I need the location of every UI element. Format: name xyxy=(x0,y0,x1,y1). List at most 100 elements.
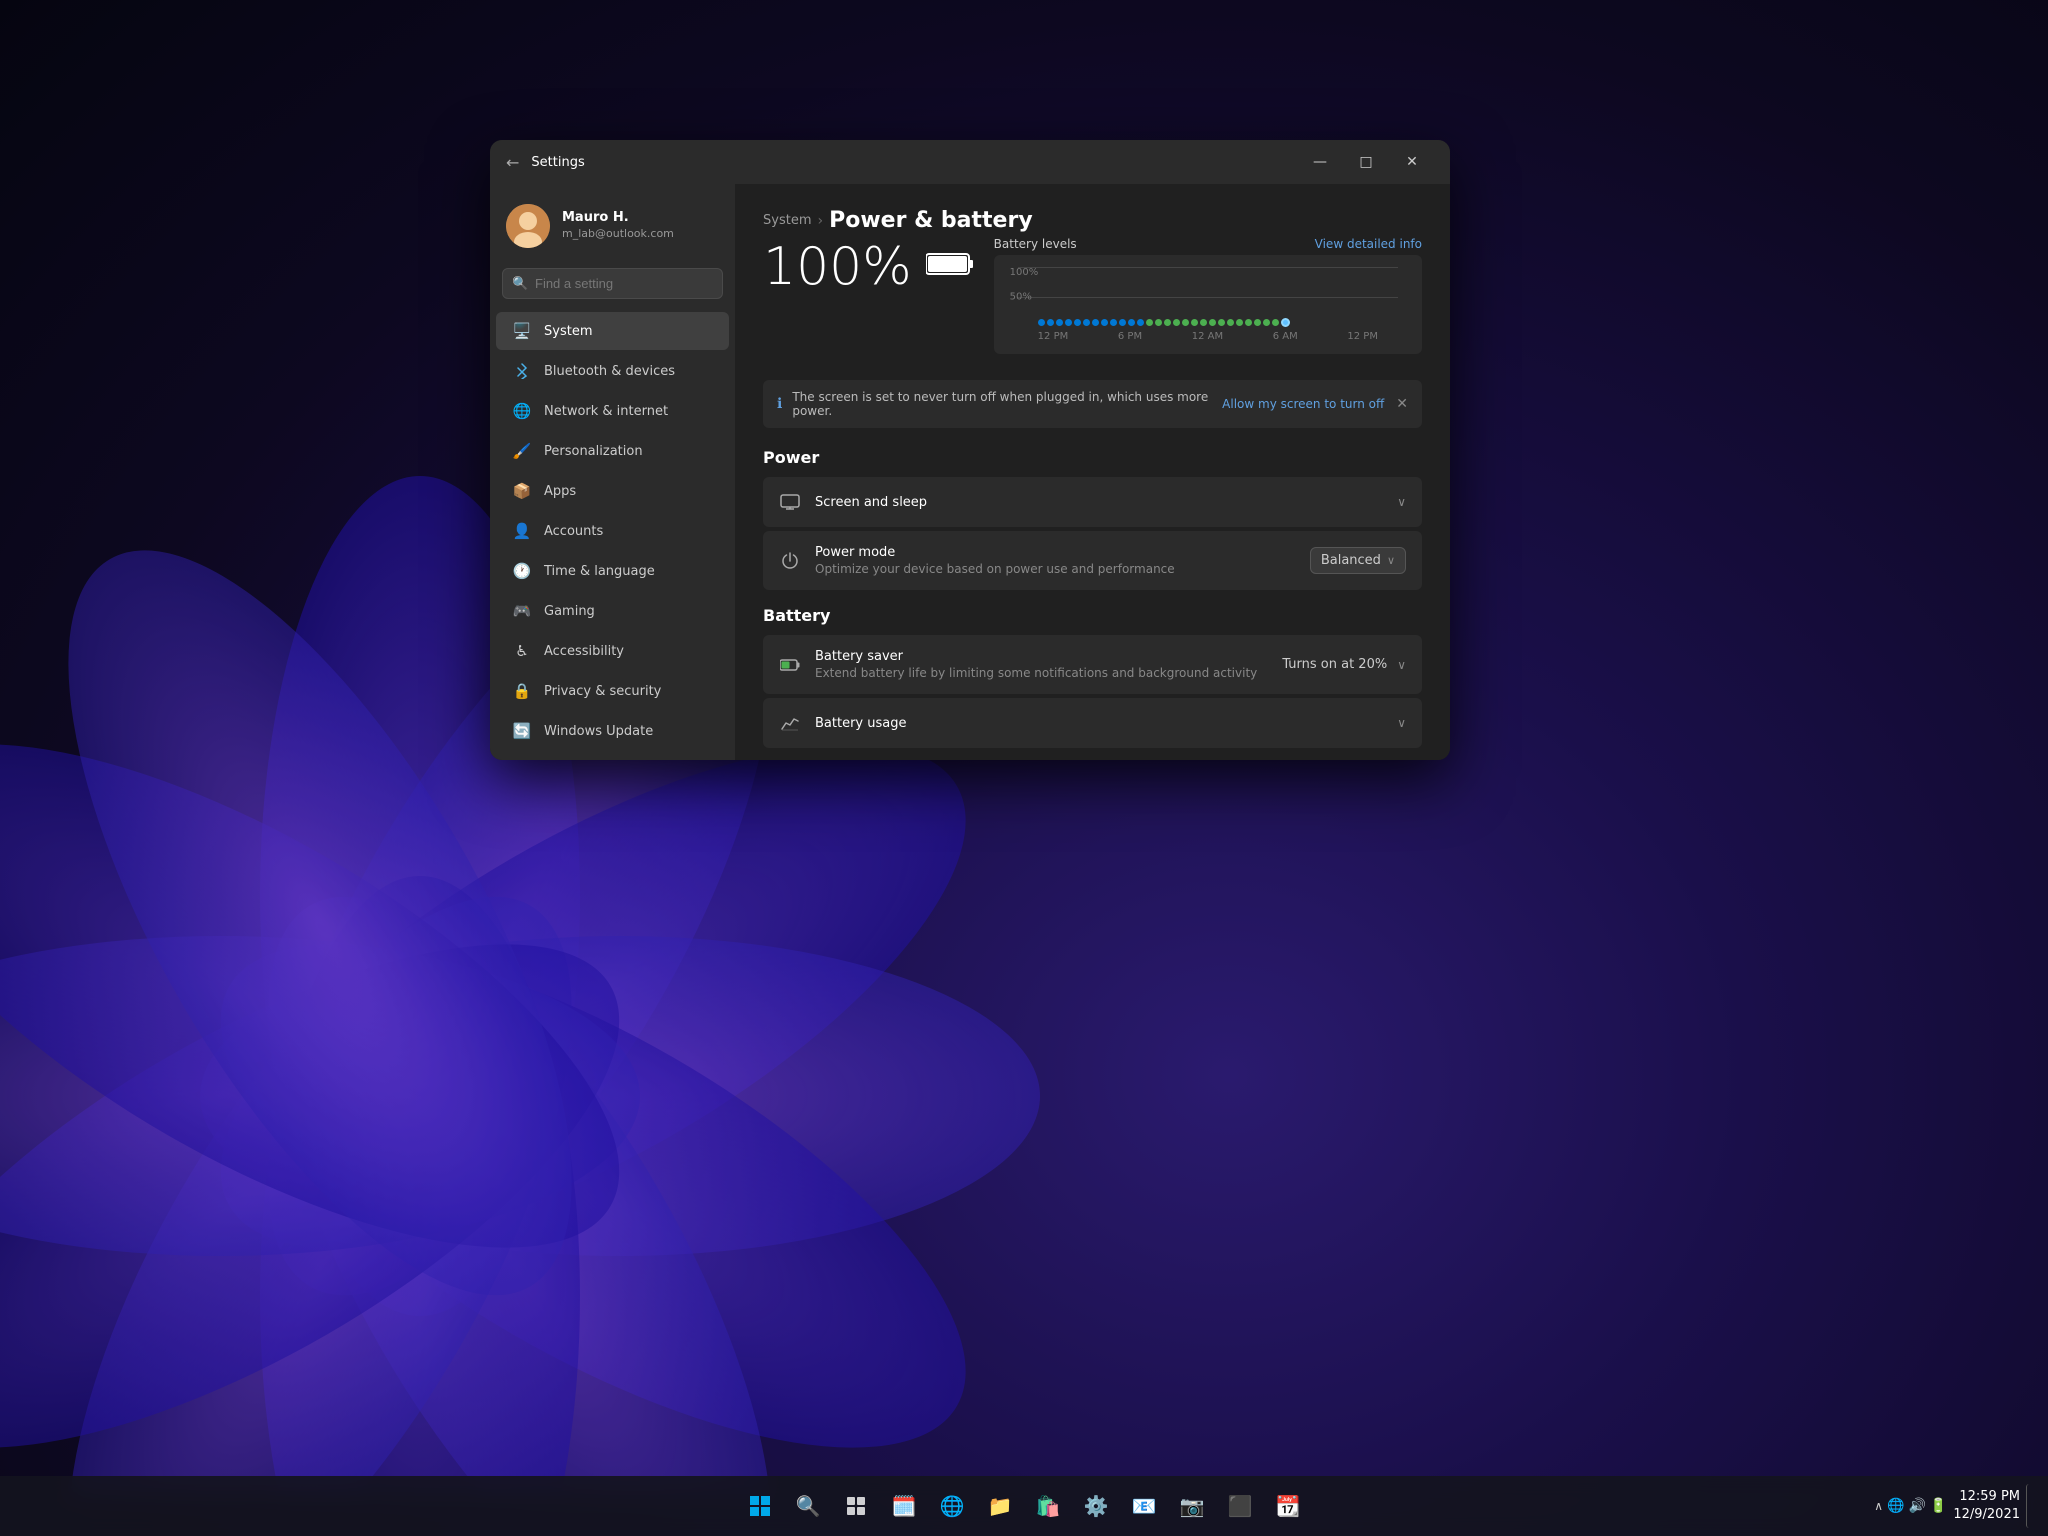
sidebar-item-accounts[interactable]: 👤 Accounts xyxy=(496,512,729,550)
mail-button[interactable]: 📧 xyxy=(1122,1484,1166,1528)
tray-icons: ∧ xyxy=(1874,1499,1883,1513)
sidebar-item-apps[interactable]: 📦 Apps xyxy=(496,472,729,510)
power-mode-header[interactable]: Power mode Optimize your device based on… xyxy=(763,531,1422,590)
bluetooth-icon xyxy=(512,361,532,381)
battery-usage-header[interactable]: Battery usage ∨ xyxy=(763,698,1422,748)
breadcrumb: System › Power & battery xyxy=(763,208,1422,233)
main-content: System › Power & battery 100% Battery xyxy=(735,184,1450,760)
battery-usage-left: Battery usage xyxy=(779,712,906,734)
close-banner-button[interactable]: ✕ xyxy=(1396,396,1408,412)
screen-sleep-chevron: ∨ xyxy=(1397,495,1406,509)
battery-saver-text: Battery saver Extend battery life by lim… xyxy=(815,649,1257,680)
sidebar-item-personalization[interactable]: 🖌️ Personalization xyxy=(496,432,729,470)
accounts-icon: 👤 xyxy=(512,521,532,541)
battery-saver-chevron: ∨ xyxy=(1397,658,1406,672)
battery-saver-left: Battery saver Extend battery life by lim… xyxy=(779,649,1257,680)
sidebar-item-accessibility[interactable]: ♿ Accessibility xyxy=(496,632,729,670)
time-icon: 🕐 xyxy=(512,561,532,581)
search-input[interactable] xyxy=(502,268,723,299)
power-mode-left: Power mode Optimize your device based on… xyxy=(779,545,1175,576)
sidebar-item-gaming[interactable]: 🎮 Gaming xyxy=(496,592,729,630)
content-area: Mauro H. m_lab@outlook.com 🔍 🖥️ System B… xyxy=(490,184,1450,760)
page-title: Power & battery xyxy=(829,208,1033,233)
power-mode-dropdown[interactable]: Balanced ∨ xyxy=(1310,547,1406,574)
chart-50-label: 50% xyxy=(1010,292,1032,303)
screen-sleep-left: Screen and sleep xyxy=(779,491,927,513)
battery-saver-header[interactable]: Battery saver Extend battery life by lim… xyxy=(763,635,1422,694)
sidebar-item-network[interactable]: 🌐 Network & internet xyxy=(496,392,729,430)
close-button[interactable]: ✕ xyxy=(1390,146,1434,178)
battery-saver-title: Battery saver xyxy=(815,649,1257,664)
maximize-button[interactable]: □ xyxy=(1344,146,1388,178)
chart-x-label-2: 6 PM xyxy=(1118,331,1142,342)
start-button[interactable] xyxy=(738,1484,782,1528)
settings-taskbar-button[interactable]: ⚙️ xyxy=(1074,1484,1118,1528)
sidebar-label-update: Windows Update xyxy=(544,724,653,739)
screen-sleep-icon xyxy=(779,491,801,513)
sidebar-item-privacy[interactable]: 🔒 Privacy & security xyxy=(496,672,729,710)
update-icon: 🔄 xyxy=(512,721,532,741)
minimize-button[interactable]: — xyxy=(1298,146,1342,178)
window-controls: — □ ✕ xyxy=(1298,146,1434,178)
power-mode-row: Power mode Optimize your device based on… xyxy=(763,531,1422,590)
screen-sleep-text: Screen and sleep xyxy=(815,495,927,510)
user-profile[interactable]: Mauro H. m_lab@outlook.com xyxy=(490,192,735,264)
show-desktop-button[interactable] xyxy=(2026,1484,2032,1528)
store-button[interactable]: 🛍️ xyxy=(1026,1484,1070,1528)
terminal-button[interactable]: ⬛ xyxy=(1218,1484,1262,1528)
gaming-icon: 🎮 xyxy=(512,601,532,621)
sidebar-label-accessibility: Accessibility xyxy=(544,644,624,659)
search-box: 🔍 xyxy=(502,268,723,299)
screen-sleep-right: ∨ xyxy=(1397,495,1406,509)
accessibility-icon: ♿ xyxy=(512,641,532,661)
time-display: 12:59 PM xyxy=(1953,1488,2020,1506)
sidebar-label-gaming: Gaming xyxy=(544,604,595,619)
chart-100-label: 100% xyxy=(1010,267,1039,278)
power-section-title: Power xyxy=(763,448,1422,467)
sidebar-label-apps: Apps xyxy=(544,484,576,499)
power-mode-icon xyxy=(779,550,801,572)
breadcrumb-parent[interactable]: System xyxy=(763,213,811,228)
sidebar-label-network: Network & internet xyxy=(544,404,668,419)
system-icon: 🖥️ xyxy=(512,321,532,341)
search-taskbar-button[interactable]: 🔍 xyxy=(786,1484,830,1528)
power-mode-subtitle: Optimize your device based on power use … xyxy=(815,562,1175,576)
battery-usage-row: Battery usage ∨ xyxy=(763,698,1422,748)
edge-button[interactable]: 🌐 xyxy=(930,1484,974,1528)
search-icon: 🔍 xyxy=(512,276,528,291)
battery-levels-label: Battery levels xyxy=(994,237,1077,251)
explorer-button[interactable]: 📁 xyxy=(978,1484,1022,1528)
battery-chart: 100% 50% xyxy=(994,255,1422,354)
taskbar-right: ∧ 🌐 🔊 🔋 12:59 PM 12/9/2021 xyxy=(1874,1484,2048,1528)
settings-window: ← Settings — □ ✕ Mauro H. m_lab@outlook.… xyxy=(490,140,1450,760)
info-banner-text: The screen is set to never turn off when… xyxy=(792,390,1210,418)
widgets-button[interactable]: 🗓️ xyxy=(882,1484,926,1528)
back-button[interactable]: ← xyxy=(506,153,519,172)
power-mode-text: Power mode Optimize your device based on… xyxy=(815,545,1175,576)
breadcrumb-separator: › xyxy=(817,213,823,229)
sidebar-item-update[interactable]: 🔄 Windows Update xyxy=(496,712,729,750)
battery-usage-title: Battery usage xyxy=(815,716,906,731)
clock[interactable]: 12:59 PM 12/9/2021 xyxy=(1953,1488,2020,1524)
user-info: Mauro H. m_lab@outlook.com xyxy=(562,210,674,241)
power-mode-chevron: ∨ xyxy=(1387,554,1395,567)
sidebar-item-bluetooth[interactable]: Bluetooth & devices xyxy=(496,352,729,390)
title-bar-left: ← Settings xyxy=(506,153,585,172)
sidebar-label-bluetooth: Bluetooth & devices xyxy=(544,364,675,379)
sidebar-item-time[interactable]: 🕐 Time & language xyxy=(496,552,729,590)
allow-screen-off-link[interactable]: Allow my screen to turn off xyxy=(1222,397,1384,411)
screen-sleep-header[interactable]: Screen and sleep ∨ xyxy=(763,477,1422,527)
view-detailed-link[interactable]: View detailed info xyxy=(1315,237,1422,251)
power-mode-value: Balanced xyxy=(1321,553,1381,568)
taskview-button[interactable] xyxy=(834,1484,878,1528)
battery-chart-header: Battery levels View detailed info xyxy=(994,237,1422,251)
personalization-icon: 🖌️ xyxy=(512,441,532,461)
photos-button[interactable]: 📷 xyxy=(1170,1484,1214,1528)
network-icon: 🌐 xyxy=(512,401,532,421)
title-bar: ← Settings — □ ✕ xyxy=(490,140,1450,184)
calendar-taskbar-button[interactable]: 📆 xyxy=(1266,1484,1310,1528)
system-tray[interactable]: ∧ 🌐 🔊 🔋 xyxy=(1874,1498,1947,1514)
sidebar-label-system: System xyxy=(544,324,592,339)
sidebar-label-accounts: Accounts xyxy=(544,524,603,539)
sidebar-item-system[interactable]: 🖥️ System xyxy=(496,312,729,350)
